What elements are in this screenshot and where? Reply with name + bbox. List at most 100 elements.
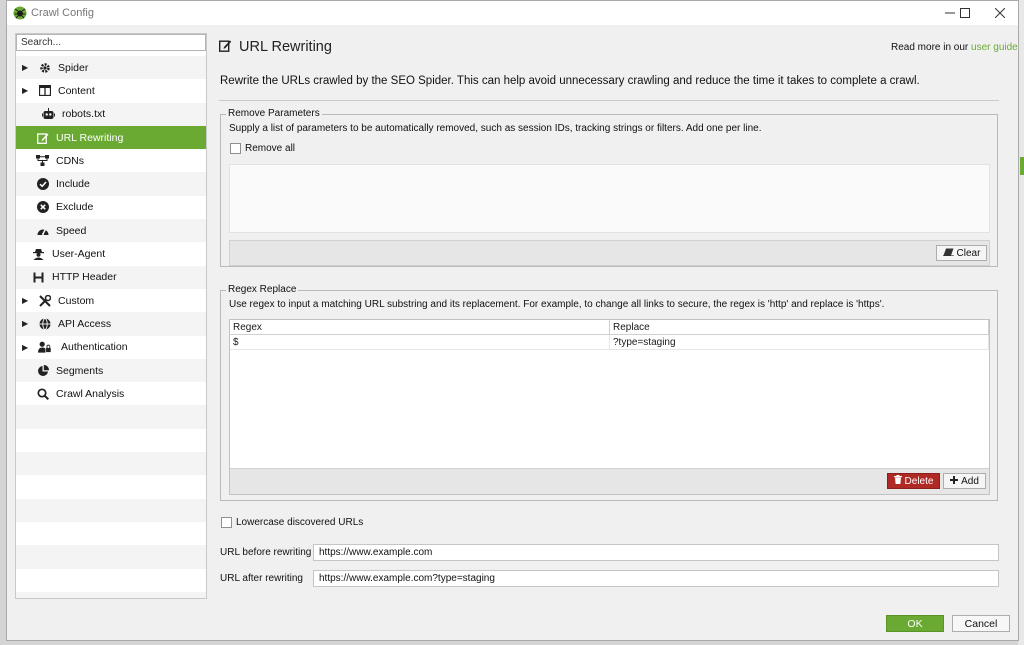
network-icon [36,154,49,167]
check-circle-icon [36,178,49,191]
regex-replace-legend: Regex Replace [226,284,299,295]
config-sidebar: ▶ Spider ▶ Content robots.txt URL Rewrit… [15,33,207,599]
gear-icon [38,61,51,74]
empty-row [16,545,206,569]
remove-all-checkbox[interactable] [230,143,241,154]
empty-row [16,498,206,522]
search-icon [36,387,49,400]
window-title: Crawl Config [31,7,94,19]
sidebar-item-label: Include [56,178,90,191]
url-after-input[interactable]: https://www.example.com?type=staging [313,570,999,587]
tools-icon [38,294,51,307]
divider [219,100,999,101]
empty-row [16,475,206,498]
sidebar-item-url-rewriting[interactable]: URL Rewriting [16,125,206,150]
read-more-text: Read more in our [891,42,972,53]
user-secret-icon [32,248,45,261]
background-accent [1020,157,1024,175]
maximize-icon [960,8,970,18]
sidebar-item-label: Crawl Analysis [56,387,125,400]
empty-row [16,452,206,476]
pie-chart-icon [36,364,49,377]
app-spider-icon [13,6,27,20]
expand-arrow-icon[interactable]: ▶ [22,343,32,352]
parameters-toolbar: Clear [229,240,990,266]
crawl-config-dialog: Crawl Config ▶ Spider ▶ Content [6,0,1019,641]
expand-arrow-icon[interactable]: ▶ [22,86,32,95]
sidebar-item-label: URL Rewriting [56,131,124,144]
empty-row [16,429,206,452]
sidebar-item-speed[interactable]: Speed [16,219,206,243]
sidebar-item-exclude[interactable]: Exclude [16,196,206,219]
page-description: Rewrite the URLs crawled by the SEO Spid… [220,75,920,87]
sidebar-item-user-agent[interactable]: User-Agent [16,242,206,265]
robot-icon [42,108,55,121]
parameters-textarea[interactable] [229,164,990,233]
close-button[interactable] [983,1,1017,25]
column-header-regex[interactable]: Regex [230,320,610,335]
regex-table[interactable]: Regex Replace $ ?type=staging Delete Add [229,319,990,495]
sidebar-item-label: Content [58,84,95,97]
empty-row [16,569,206,592]
expand-arrow-icon[interactable]: ▶ [22,63,32,72]
url-before-input[interactable]: https://www.example.com [313,544,999,561]
h-icon [32,271,45,284]
sidebar-item-label: Speed [56,224,87,237]
column-header-replace[interactable]: Replace [610,320,989,335]
lowercase-label[interactable]: Lowercase discovered URLs [236,517,363,528]
remove-parameters-legend: Remove Parameters [226,108,322,119]
empty-row [16,405,206,429]
lowercase-checkbox[interactable] [221,517,232,528]
user-guide-link[interactable]: user guide [971,42,1018,53]
remove-parameters-group: Remove Parameters Supply a list of param… [220,108,998,267]
page-header: URL Rewriting [218,39,332,55]
speedometer-icon [36,224,49,237]
user-lock-icon [38,341,51,354]
sidebar-item-api-access[interactable]: ▶ API Access [16,312,206,336]
close-icon [995,8,1005,18]
regex-cell[interactable]: $ [230,335,610,350]
sidebar-item-http-header[interactable]: HTTP Header [16,265,206,289]
search-input[interactable] [16,34,206,51]
eraser-icon [942,248,954,259]
sidebar-item-crawl-analysis[interactable]: Crawl Analysis [16,382,206,405]
sidebar-item-spider[interactable]: ▶ Spider [16,56,206,80]
clear-label: Clear [956,247,981,259]
delete-button[interactable]: Delete [887,473,940,489]
sidebar-item-custom[interactable]: ▶ Custom [16,289,206,312]
sidebar-item-content[interactable]: ▶ Content [16,79,206,102]
replace-cell[interactable]: ?type=staging [610,335,989,350]
add-button[interactable]: Add [943,473,986,489]
sidebar-item-label: Spider [58,61,89,74]
globe-icon [38,317,51,330]
regex-toolbar: Delete Add [230,468,989,494]
clear-button[interactable]: Clear [936,245,987,261]
sidebar-item-label: User-Agent [52,248,106,261]
cancel-button[interactable]: Cancel [952,615,1010,632]
sidebar-item-cdns[interactable]: CDNs [16,149,206,172]
x-circle-icon [36,201,49,214]
empty-row [16,591,206,598]
sidebar-item-robots[interactable]: robots.txt [16,102,206,126]
sidebar-item-include[interactable]: Include [16,172,206,196]
sidebar-item-label: Segments [56,364,104,377]
url-after-label: URL after rewriting [220,573,303,584]
expand-arrow-icon[interactable]: ▶ [22,319,32,328]
regex-replace-group: Regex Replace Use regex to input a match… [220,284,998,501]
add-label: Add [961,475,979,487]
ok-button[interactable]: OK [886,615,944,632]
url-before-label: URL before rewriting [220,547,312,558]
sidebar-item-segments[interactable]: Segments [16,358,206,383]
sidebar-item-label: HTTP Header [52,271,117,284]
trash-icon [893,475,902,487]
page-title: URL Rewriting [239,39,332,55]
config-tree: ▶ Spider ▶ Content robots.txt URL Rewrit… [16,56,206,598]
expand-arrow-icon[interactable]: ▶ [22,296,32,305]
sidebar-item-label: CDNs [56,154,84,167]
sidebar-item-label: Exclude [56,201,94,214]
remove-all-label[interactable]: Remove all [245,143,295,154]
plus-icon [950,475,959,487]
remove-parameters-hint: Supply a list of parameters to be automa… [229,123,762,134]
maximize-button[interactable] [948,1,982,25]
sidebar-item-authentication[interactable]: ▶ Authentication [16,336,206,359]
